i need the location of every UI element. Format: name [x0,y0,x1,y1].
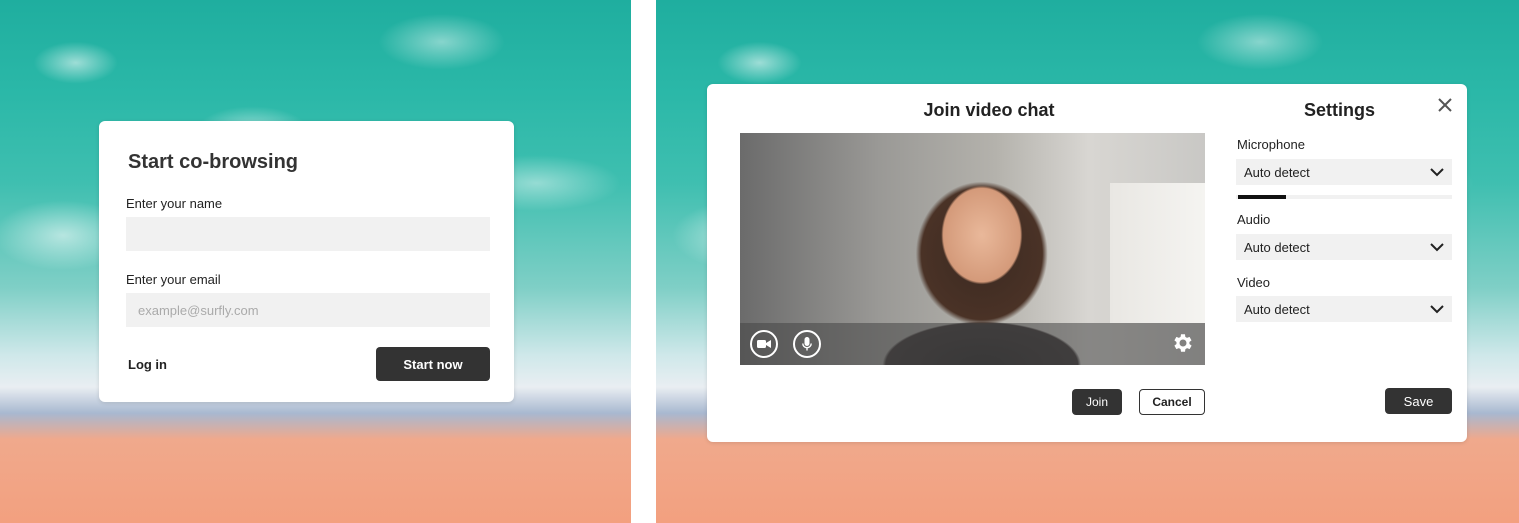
close-icon[interactable] [1436,96,1454,114]
name-label: Enter your name [126,196,223,211]
video-label: Video [1237,275,1271,290]
video-select[interactable]: Auto detect [1236,296,1452,322]
name-input[interactable] [126,217,490,251]
microphone-label: Microphone [1237,137,1305,152]
microphone-select[interactable]: Auto detect [1236,159,1452,185]
audio-label: Audio [1237,212,1271,227]
video-select-value: Auto detect [1244,301,1310,317]
chevron-down-icon [1430,242,1444,251]
audio-select-value: Auto detect [1244,239,1310,255]
microphone-level-fill [1238,195,1286,199]
video-chat-title: Join video chat [923,100,1055,120]
start-now-button[interactable]: Start now [376,347,490,381]
settings-title: Settings [1304,100,1376,120]
join-button[interactable]: Join [1072,389,1122,415]
video-control-bar [740,323,1205,365]
email-label: Enter your email [126,272,221,287]
cobrowse-card: Start co-browsing Enter your name Enter … [99,121,514,402]
chevron-down-icon [1430,167,1444,176]
cancel-button[interactable]: Cancel [1139,389,1205,415]
save-button[interactable]: Save [1385,388,1452,414]
email-input[interactable] [126,293,490,327]
video-chat-modal: Join video chat Join Cancel Settings Mic… [707,84,1467,442]
chevron-down-icon [1430,304,1444,313]
cobrowse-title: Start co-browsing [128,151,299,173]
login-link[interactable]: Log in [128,357,167,372]
gear-icon[interactable] [1171,331,1195,360]
background-blind [1110,183,1205,323]
microphone-select-value: Auto detect [1244,164,1310,180]
microphone-level-meter [1236,195,1452,199]
audio-select[interactable]: Auto detect [1236,234,1452,260]
microphone-icon[interactable] [793,330,821,358]
video-preview [740,133,1205,365]
video-camera-icon[interactable] [750,330,778,358]
